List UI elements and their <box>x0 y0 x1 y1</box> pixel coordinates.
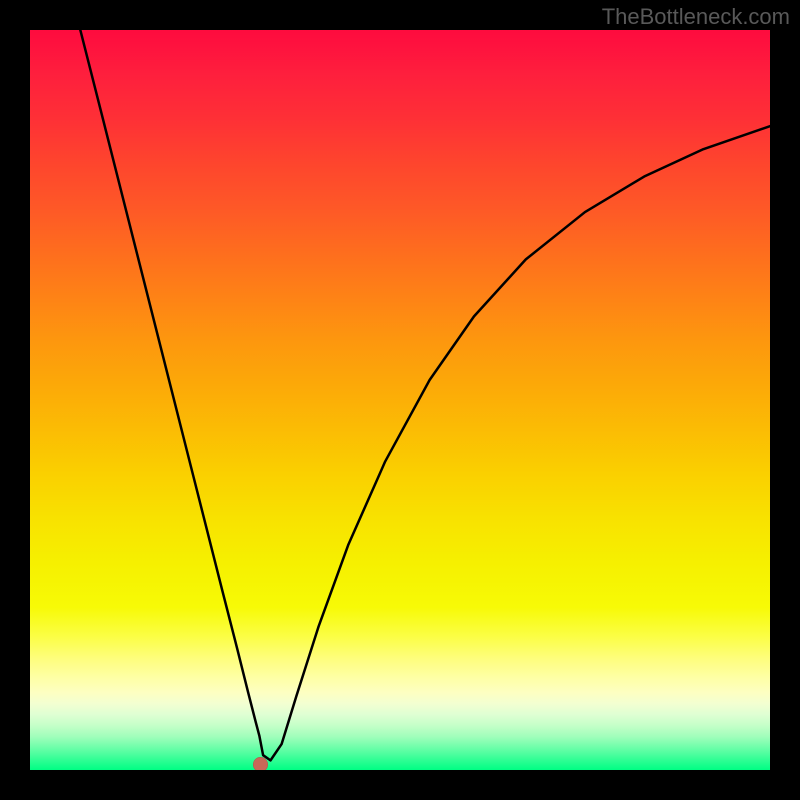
curve-path <box>80 30 770 760</box>
minimum-marker <box>253 757 268 770</box>
plot-area <box>30 30 770 770</box>
curve-svg <box>30 30 770 770</box>
watermark-text: TheBottleneck.com <box>602 4 790 30</box>
chart-frame: TheBottleneck.com <box>0 0 800 800</box>
